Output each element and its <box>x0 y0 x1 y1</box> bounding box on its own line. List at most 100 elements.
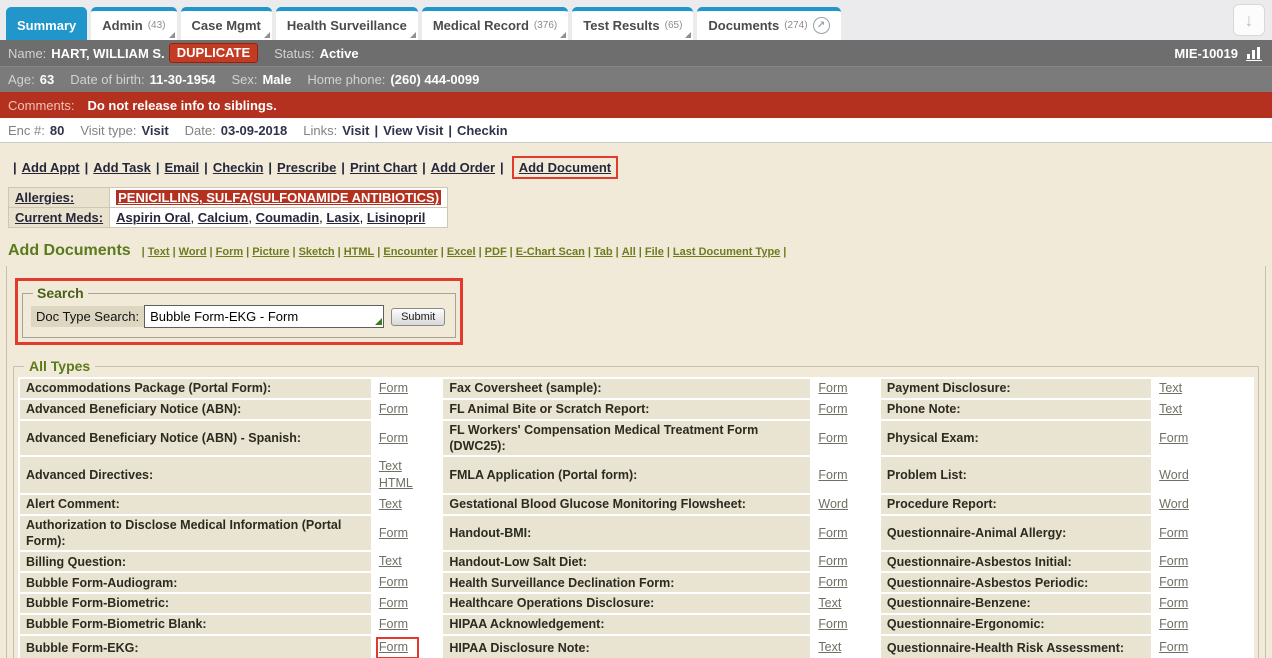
tab-label: Documents <box>708 18 779 33</box>
doc-type-link-sketch[interactable]: Sketch <box>299 246 335 258</box>
tab-test-results[interactable]: Test Results(65) <box>572 7 693 40</box>
doc-type-link-pdf[interactable]: PDF <box>485 246 507 258</box>
open-word-link[interactable]: Word <box>1159 467 1246 484</box>
doc-type-link-tab[interactable]: Tab <box>594 246 613 258</box>
doc-type-link-encounter[interactable]: Encounter <box>383 246 437 258</box>
separator: | <box>156 160 160 175</box>
open-form-link[interactable]: Form <box>1159 616 1246 633</box>
med-link-calcium[interactable]: Calcium <box>198 210 249 225</box>
open-text-link[interactable]: Text <box>818 595 869 612</box>
tab-medical-record[interactable]: Medical Record(376) <box>422 7 568 40</box>
action-link-print-chart[interactable]: Print Chart <box>350 160 417 175</box>
doc-type-link-excel[interactable]: Excel <box>447 246 476 258</box>
open-form-link[interactable]: Form <box>379 525 432 542</box>
visit-type-label: Visit type: <box>80 123 136 138</box>
action-link-add-appt[interactable]: Add Appt <box>22 160 80 175</box>
doc-type-name: Procedure Report: <box>877 495 1151 514</box>
open-form-link[interactable]: Form <box>379 616 432 633</box>
open-text-link[interactable]: Text <box>379 553 432 570</box>
open-form-link[interactable]: Form <box>818 553 869 570</box>
open-form-link[interactable]: Form <box>379 401 432 418</box>
tab-health-surveillance[interactable]: Health Surveillance <box>276 7 418 40</box>
doc-type-actions: Text <box>1153 379 1252 398</box>
open-form-link[interactable]: Form <box>379 595 432 612</box>
action-link-prescribe[interactable]: Prescribe <box>277 160 336 175</box>
dropdown-corner-icon <box>169 32 175 38</box>
open-form-link[interactable]: Form <box>1159 595 1246 612</box>
open-form-link[interactable]: Form <box>1159 639 1246 656</box>
open-form-link[interactable]: Form <box>1159 525 1246 542</box>
doc-type-search-input[interactable] <box>144 305 384 328</box>
open-text-link[interactable]: Text <box>379 458 432 475</box>
tab-summary[interactable]: Summary <box>6 7 87 40</box>
action-link-checkin[interactable]: Checkin <box>213 160 264 175</box>
visit-link-checkin[interactable]: Checkin <box>457 123 508 138</box>
doc-type-name: Handout-BMI: <box>439 516 810 551</box>
action-link-email[interactable]: Email <box>164 160 199 175</box>
open-form-link[interactable]: Form <box>818 380 869 397</box>
scroll-down-button[interactable]: ↓ <box>1233 4 1265 36</box>
doc-type-link-picture[interactable]: Picture <box>252 246 289 258</box>
doc-type-name: Authorization to Disclose Medical Inform… <box>20 516 371 551</box>
open-form-link[interactable]: Form <box>818 525 869 542</box>
doc-type-link-word[interactable]: Word <box>179 246 207 258</box>
doc-type-name: Questionnaire-Asbestos Initial: <box>877 552 1151 571</box>
open-form-link[interactable]: Form <box>818 401 869 418</box>
open-form-link[interactable]: Form <box>818 430 869 447</box>
allergy-value-link[interactable]: PENICILLINS, SULFA(SULFONAMIDE ANTIBIOTI… <box>116 190 441 205</box>
age-label: Age: <box>8 72 35 87</box>
visit-link-view-visit[interactable]: View Visit <box>383 123 443 138</box>
doc-type-link-all[interactable]: All <box>622 246 636 258</box>
doc-type-link-text[interactable]: Text <box>148 246 170 258</box>
open-form-link[interactable]: Form <box>1159 553 1246 570</box>
open-form-link[interactable]: Form <box>379 639 408 656</box>
doc-type-actions: Form <box>373 379 438 398</box>
open-form-link[interactable]: Form <box>379 430 432 447</box>
allergies-link[interactable]: Allergies: <box>15 190 74 205</box>
patient-age: 63 <box>40 72 54 87</box>
open-text-link[interactable]: Text <box>818 639 869 656</box>
bar-chart-icon[interactable] <box>1246 46 1264 61</box>
doc-type-name: Questionnaire-Animal Allergy: <box>877 516 1151 551</box>
visit-links: Visit|View Visit|Checkin <box>342 123 507 138</box>
open-form-link[interactable]: Form <box>379 574 432 591</box>
doc-type-link-last-document-type[interactable]: Last Document Type <box>673 246 780 258</box>
open-form-link[interactable]: Form <box>818 616 869 633</box>
open-form-link[interactable]: Form <box>818 574 869 591</box>
visit-link-visit[interactable]: Visit <box>342 123 369 138</box>
med-link-coumadin[interactable]: Coumadin <box>256 210 320 225</box>
action-link-add-document[interactable]: Add Document <box>519 160 611 175</box>
duplicate-badge[interactable]: DUPLICATE <box>169 43 258 63</box>
external-link-icon[interactable]: ↗ <box>813 17 830 34</box>
current-meds-link[interactable]: Current Meds: <box>15 210 103 225</box>
open-form-link[interactable]: Form <box>818 467 869 484</box>
tab-admin[interactable]: Admin(43) <box>91 7 176 40</box>
search-highlight-box: Search Doc Type Search: Submit <box>15 278 463 345</box>
action-link-add-order[interactable]: Add Order <box>431 160 495 175</box>
open-html-link[interactable]: HTML <box>379 475 432 492</box>
open-word-link[interactable]: Word <box>818 496 869 513</box>
open-text-link[interactable]: Text <box>1159 401 1246 418</box>
med-link-aspirin-oral[interactable]: Aspirin Oral <box>116 210 190 225</box>
tab-case-mgmt[interactable]: Case Mgmt <box>181 7 272 40</box>
open-form-link[interactable]: Form <box>1159 430 1246 447</box>
open-text-link[interactable]: Text <box>379 496 432 513</box>
submit-button[interactable]: Submit <box>391 308 445 326</box>
med-link-lisinopril[interactable]: Lisinopril <box>367 210 426 225</box>
action-link-add-task[interactable]: Add Task <box>93 160 151 175</box>
doc-type-link-file[interactable]: File <box>645 246 664 258</box>
separator: | <box>338 246 341 258</box>
doc-type-link-html[interactable]: HTML <box>344 246 375 258</box>
doc-type-actions: Form <box>1153 516 1252 551</box>
med-link-lasix[interactable]: Lasix <box>326 210 359 225</box>
doc-type-link-e-chart-scan[interactable]: E-Chart Scan <box>516 246 585 258</box>
open-form-link[interactable]: Form <box>1159 574 1246 591</box>
doc-type-link-form[interactable]: Form <box>216 246 244 258</box>
separator: | <box>441 246 444 258</box>
separator: | <box>667 246 670 258</box>
open-text-link[interactable]: Text <box>1159 380 1246 397</box>
tab-documents[interactable]: Documents(274)↗ <box>697 7 840 40</box>
doc-type-actions: Form <box>812 573 875 592</box>
open-word-link[interactable]: Word <box>1159 496 1246 513</box>
open-form-link[interactable]: Form <box>379 380 432 397</box>
